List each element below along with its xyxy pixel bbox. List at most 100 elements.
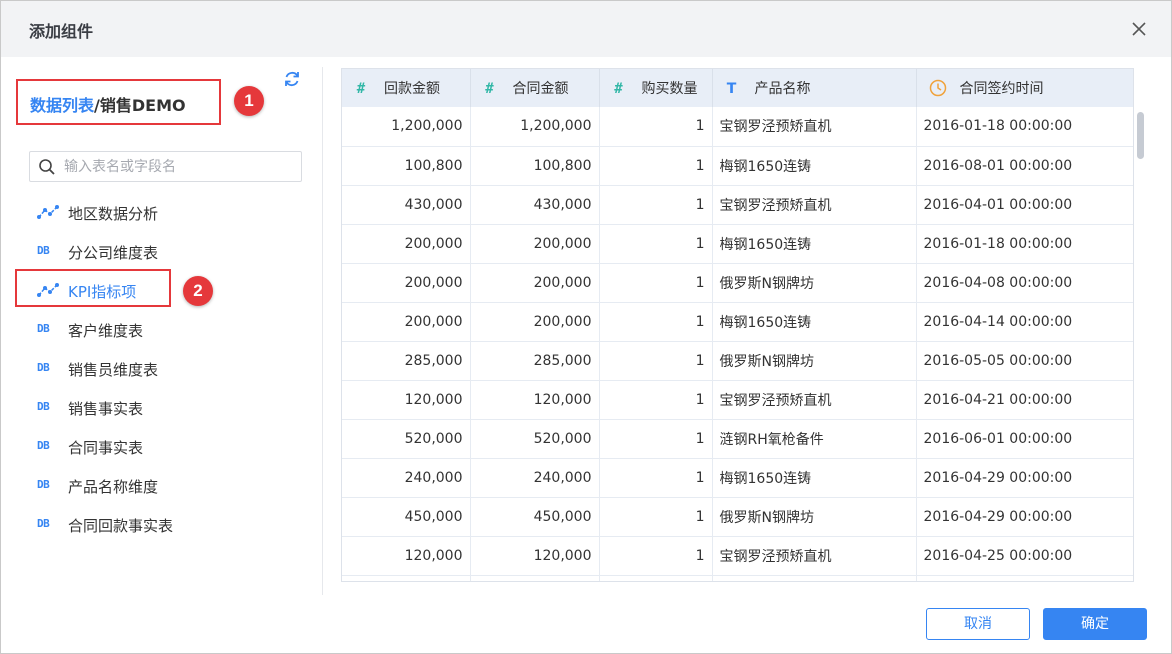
column-header[interactable]: T 产品名称 (712, 69, 917, 107)
table-cell: 200,000 (342, 263, 471, 303)
table-cell (916, 575, 1133, 581)
table-row[interactable]: 430,000 430,000 1 宝钢罗泾预矫直机 2016-04-01 00:00:… (342, 185, 1133, 225)
table-cell: 1 (599, 224, 713, 264)
table-cell: 2016-04-29 00:00:00 (916, 497, 1133, 537)
tree-item-salesperson-dimension[interactable]: DB 销售员维度表 (37, 348, 297, 387)
column-header[interactable]: 合同签约时间 (916, 69, 1133, 107)
table-cell: 120,000 (470, 380, 600, 420)
add-component-dialog: 添加组件 数据列表/销售DEMO 1 地区数据分析 (0, 0, 1172, 654)
table-cell: 宝钢罗泾预矫直机 (712, 380, 917, 420)
table-cell: 120,000 (470, 536, 600, 576)
left-panel: 数据列表/销售DEMO 1 地区数据分析 DB 分公司维度表 (1, 57, 323, 597)
scrollbar-thumb[interactable] (1137, 112, 1144, 159)
table-cell: 430,000 (470, 185, 600, 225)
confirm-button[interactable]: 确定 (1043, 608, 1147, 640)
dialog-title: 添加组件 (29, 22, 94, 41)
table-row[interactable]: 120,000 120,000 1 宝钢罗泾预矫直机 2016-04-25 00:00:… (342, 536, 1133, 576)
table-cell: 2016-01-18 00:00:00 (916, 107, 1133, 147)
table-cell: 1 (599, 263, 713, 303)
table-row[interactable]: 285,000 285,000 1 俄罗斯N钢牌坊 2016-05-05 00:00:0… (342, 341, 1133, 381)
column-header-label: 合同金额 (512, 81, 569, 97)
table-cell: 100,800 (342, 146, 471, 186)
column-header[interactable]: # 购买数量 (599, 69, 713, 107)
table-row[interactable]: 240,000 240,000 1 梅钢1650连铸 2016-04-29 00:00:… (342, 458, 1133, 498)
table-row[interactable]: 200,000 200,000 1 梅钢1650连铸 2016-04-14 00:00:… (342, 302, 1133, 342)
table-cell: 240,000 (342, 458, 471, 498)
table-cell: 2016-04-01 00:00:00 (916, 185, 1133, 225)
number-type-icon: # (614, 81, 623, 97)
refresh-icon[interactable] (282, 69, 302, 89)
clock-icon (929, 79, 946, 97)
table-row[interactable]: 450,000 450,000 1 俄罗斯N钢牌坊 2016-04-29 00:00:0… (342, 497, 1133, 537)
tree-item-product-dimension[interactable]: DB 产品名称维度 (37, 465, 297, 504)
table-scrollbar[interactable] (1133, 107, 1147, 582)
table-cell: 梅钢1650连铸 (712, 458, 917, 498)
table-cell: 2016-04-25 00:00:00 (916, 536, 1133, 576)
number-type-icon: # (485, 81, 494, 97)
column-header-label: 产品名称 (754, 81, 811, 97)
db-icon: DB (37, 244, 50, 257)
tree-item-sales-fact[interactable]: DB 销售事实表 (37, 387, 297, 426)
table-cell: 宝钢罗泾预矫直机 (712, 107, 917, 147)
tree-item-label: 合同事实表 (68, 439, 144, 457)
table-row[interactable]: 200,000 200,000 1 梅钢1650连铸 2016-01-18 00:00:… (342, 224, 1133, 264)
tree-item-region-analysis[interactable]: 地区数据分析 (37, 192, 297, 231)
table-row[interactable]: 200,000 200,000 1 俄罗斯N钢牌坊 2016-04-08 00:00:0… (342, 263, 1133, 303)
table-cell: 宝钢罗泾预矫直机 (712, 536, 917, 576)
tree-item-branch-dimension[interactable]: DB 分公司维度表 (37, 231, 297, 270)
search-box[interactable] (29, 151, 302, 182)
tree-item-label: 销售事实表 (68, 400, 144, 418)
table-cell: 梅钢1650连铸 (712, 224, 917, 264)
table-cell: 俄罗斯N钢牌坊 (712, 263, 917, 303)
panel-divider (322, 67, 323, 595)
close-icon[interactable] (1127, 17, 1151, 41)
table-cell: 285,000 (470, 341, 600, 381)
table-row[interactable]: 520,000 520,000 1 涟钢RH氧枪备件 2016-06-01 00:00:… (342, 419, 1133, 459)
table-cell: 200,000 (470, 224, 600, 264)
column-header-label: 回款金额 (384, 81, 440, 97)
table-cell: 1 (599, 497, 713, 537)
search-input[interactable] (64, 157, 294, 177)
table-row[interactable]: 120,000 120,000 1 宝钢罗泾预矫直机 2016-04-21 00:00:… (342, 380, 1133, 420)
breadcrumb-link-data-list[interactable]: 数据列表 (30, 96, 94, 115)
table-row[interactable] (342, 575, 1133, 581)
breadcrumb-current: 销售DEMO (99, 96, 186, 115)
table-cell: 1 (599, 341, 713, 381)
column-header[interactable]: # 合同金额 (470, 69, 600, 107)
data-preview-table[interactable]: # 回款金额 # 合同金额 # 购买数量 T 产品名称 合同签约时间 1,200,000… (341, 68, 1134, 582)
column-header-label: 购买数量 (641, 81, 698, 97)
table-cell: 120,000 (342, 380, 471, 420)
table-cell (470, 575, 600, 581)
table-cell: 2016-04-29 00:00:00 (916, 458, 1133, 498)
table-cell: 2016-04-08 00:00:00 (916, 263, 1133, 303)
table-cell: 2016-05-05 00:00:00 (916, 341, 1133, 381)
table-cell: 1 (599, 107, 713, 147)
chart-link-icon (37, 205, 59, 219)
db-icon: DB (37, 439, 50, 452)
table-cell: 1 (599, 536, 713, 576)
tree-item-label: 地区数据分析 (68, 205, 159, 223)
table-cell: 200,000 (470, 302, 600, 342)
cancel-button[interactable]: 取消 (926, 608, 1030, 640)
db-icon: DB (37, 478, 50, 491)
table-row[interactable]: 100,800 100,800 1 梅钢1650连铸 2016-08-01 00:00:… (342, 146, 1133, 186)
db-icon: DB (37, 322, 50, 335)
table-cell: 430,000 (342, 185, 471, 225)
tree-item-contract-fact[interactable]: DB 合同事实表 (37, 426, 297, 465)
column-header-label: 合同签约时间 (959, 81, 1044, 97)
table-cell: 1 (599, 419, 713, 459)
tree-item-label: 合同回款事实表 (68, 517, 174, 535)
tree-item-customer-dimension[interactable]: DB 客户维度表 (37, 309, 297, 348)
column-header[interactable]: # 回款金额 (342, 69, 471, 107)
tree-item-contract-payment-fact[interactable]: DB 合同回款事实表 (37, 504, 297, 543)
text-type-icon: T (726, 81, 737, 97)
db-icon: DB (37, 517, 50, 530)
table-header-row: # 回款金额 # 合同金额 # 购买数量 T 产品名称 合同签约时间 (342, 69, 1133, 107)
table-cell: 450,000 (342, 497, 471, 537)
db-icon: DB (37, 361, 50, 374)
table-cell: 200,000 (342, 302, 471, 342)
table-row[interactable]: 1,200,000 1,200,000 1 宝钢罗泾预矫直机 2016-01-18 00… (342, 107, 1133, 147)
tree-item-label: 销售员维度表 (68, 361, 159, 379)
table-cell: 2016-04-14 00:00:00 (916, 302, 1133, 342)
table-cell: 450,000 (470, 497, 600, 537)
